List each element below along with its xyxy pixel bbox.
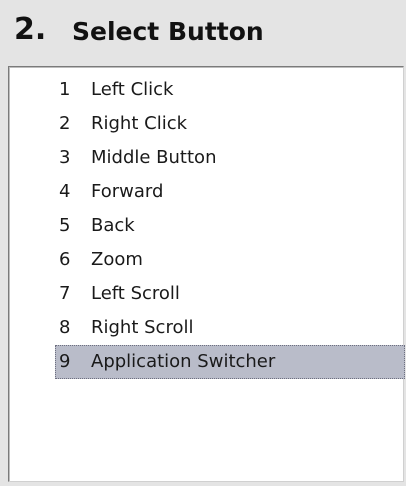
list-item-right-scroll[interactable]: 8 Right Scroll bbox=[55, 311, 405, 345]
step-title: Select Button bbox=[72, 17, 264, 46]
button-list-items: 1 Left Click 2 Right Click 3 Middle Butt… bbox=[55, 73, 405, 379]
list-item-number: 3 bbox=[59, 147, 71, 168]
list-item-forward[interactable]: 4 Forward bbox=[55, 175, 405, 209]
list-item-label: Left Scroll bbox=[91, 283, 180, 304]
step-header: 2. Select Button bbox=[0, 0, 406, 64]
list-item-middle-button[interactable]: 3 Middle Button bbox=[55, 141, 405, 175]
list-item-left-click[interactable]: 1 Left Click bbox=[55, 73, 405, 107]
list-item-number: 8 bbox=[59, 317, 71, 338]
list-item-number: 1 bbox=[59, 79, 71, 100]
list-item-number: 4 bbox=[59, 181, 71, 202]
list-item-label: Back bbox=[91, 215, 135, 236]
list-item-back[interactable]: 5 Back bbox=[55, 209, 405, 243]
list-item-number: 2 bbox=[59, 113, 71, 134]
list-item-zoom[interactable]: 6 Zoom bbox=[55, 243, 405, 277]
list-item-label: Right Click bbox=[91, 113, 188, 134]
button-list[interactable]: 1 Left Click 2 Right Click 3 Middle Butt… bbox=[8, 66, 405, 482]
list-item-label: Zoom bbox=[91, 249, 143, 270]
list-item-label: Left Click bbox=[91, 79, 174, 100]
step-number: 2. bbox=[14, 12, 47, 47]
list-item-label: Right Scroll bbox=[91, 317, 194, 338]
list-item-number: 6 bbox=[59, 249, 71, 270]
list-item-application-switcher[interactable]: 9 Application Switcher bbox=[55, 345, 405, 379]
list-item-left-scroll[interactable]: 7 Left Scroll bbox=[55, 277, 405, 311]
list-item-number: 9 bbox=[59, 351, 71, 372]
list-item-number: 5 bbox=[59, 215, 71, 236]
list-item-number: 7 bbox=[59, 283, 71, 304]
list-item-right-click[interactable]: 2 Right Click bbox=[55, 107, 405, 141]
list-item-label: Middle Button bbox=[91, 147, 217, 168]
list-item-label: Application Switcher bbox=[91, 351, 276, 372]
list-item-label: Forward bbox=[91, 181, 164, 202]
